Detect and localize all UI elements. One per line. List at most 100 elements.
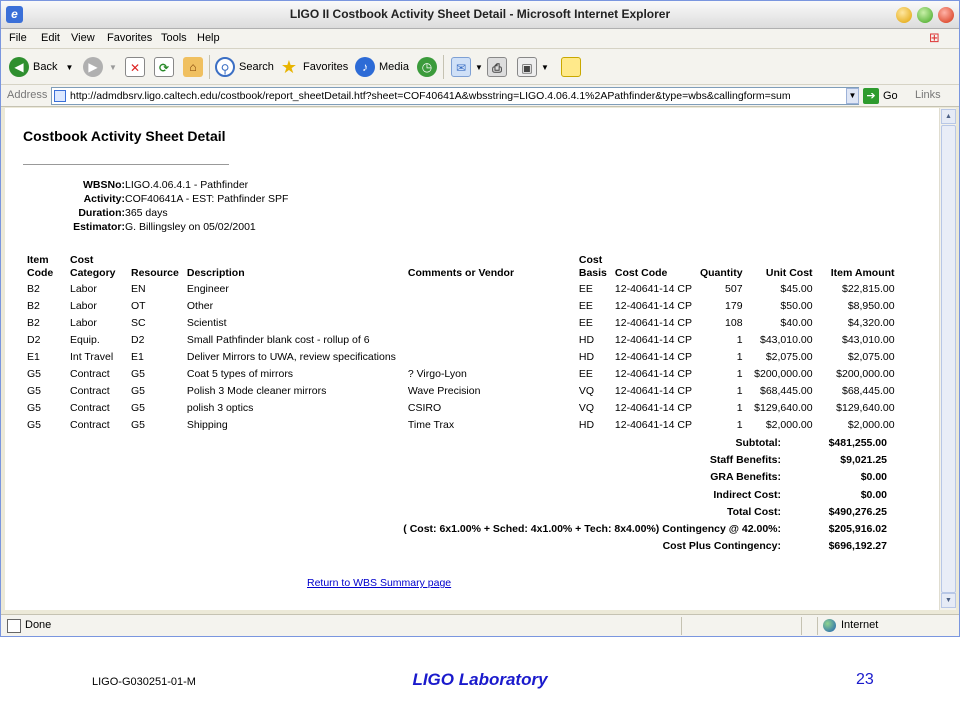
scroll-up-icon[interactable]: ▲ bbox=[941, 109, 956, 124]
back-dropdown-icon[interactable]: ▼ bbox=[65, 63, 73, 72]
toolbar-separator bbox=[209, 55, 210, 79]
media-label: Media bbox=[379, 61, 409, 73]
internet-zone-globe-icon bbox=[823, 619, 836, 632]
cell-cost-code: 12-40641-14 CP bbox=[614, 418, 692, 431]
slide-page-number: 23 bbox=[856, 671, 874, 688]
table-row: D2 Equip. D2 Small Pathfinder blank cost - … bbox=[23, 331, 899, 348]
cell-quantity: 1 bbox=[736, 401, 743, 414]
history-button[interactable]: ◷ bbox=[417, 55, 441, 79]
address-dropdown-icon[interactable]: ▼ bbox=[846, 88, 859, 104]
back-button[interactable]: ◀ Back ▼ bbox=[9, 55, 73, 79]
cell-cost-basis: HD bbox=[578, 350, 595, 363]
stop-icon: ✕ bbox=[125, 57, 145, 77]
cell-description: Shipping bbox=[186, 418, 228, 431]
menu-view[interactable]: View bbox=[71, 32, 95, 44]
menu-tools[interactable]: Tools bbox=[161, 32, 187, 44]
favorites-button[interactable]: ★ Favorites bbox=[279, 55, 348, 79]
cell-comments: CSIRO bbox=[407, 401, 442, 414]
cell-unit-cost: $40.00 bbox=[780, 316, 813, 329]
cell-cost-category: Labor bbox=[70, 299, 97, 312]
scroll-down-icon[interactable]: ▼ bbox=[941, 593, 956, 608]
media-icon: ♪ bbox=[355, 57, 375, 77]
cell-unit-cost: $50.00 bbox=[780, 299, 813, 312]
col-cost-code: Cost Code bbox=[614, 267, 668, 279]
cell-cost-category: Labor bbox=[70, 316, 97, 329]
cell-item-amount: $2,000.00 bbox=[847, 418, 895, 431]
cell-item-code: G5 bbox=[27, 418, 42, 431]
col-item-amount: Item Amount bbox=[830, 267, 895, 279]
cell-cost-code: 12-40641-14 CP bbox=[614, 401, 692, 414]
scroll-thumb[interactable] bbox=[941, 125, 956, 593]
menu-help[interactable]: Help bbox=[197, 32, 220, 44]
cell-description: Polish 3 Mode cleaner mirrors bbox=[186, 384, 327, 397]
table-row: B2 Labor OT Other EE 12-40641-14 CP 179 $50.00 $… bbox=[23, 297, 899, 314]
search-button[interactable]: ⚲ Search bbox=[215, 55, 274, 79]
go-button[interactable]: ➔ Go bbox=[863, 87, 898, 105]
status-bar: Done Internet bbox=[1, 614, 959, 636]
cell-cost-category: Int Travel bbox=[70, 350, 114, 363]
menu-favorites[interactable]: Favorites bbox=[107, 32, 152, 44]
cell-resource: G5 bbox=[131, 418, 146, 431]
maximize-button[interactable] bbox=[917, 7, 933, 23]
cell-quantity: 1 bbox=[736, 367, 743, 380]
cell-comments bbox=[404, 280, 575, 297]
history-icon: ◷ bbox=[417, 57, 437, 77]
table-row: G5 Contract G5 Coat 5 types of mirrors ? Vir… bbox=[23, 365, 899, 382]
slide-lab-name: LIGO Laboratory bbox=[412, 670, 548, 689]
mail-button[interactable]: ✉ ▼ bbox=[451, 55, 483, 79]
home-button[interactable]: ⌂ bbox=[183, 55, 207, 79]
cell-resource: G5 bbox=[131, 367, 146, 380]
meta-label: Duration: bbox=[78, 207, 125, 219]
cell-cost-basis: EE bbox=[578, 299, 593, 312]
print-icon: ⎙ bbox=[487, 57, 507, 77]
menu-edit[interactable]: Edit bbox=[41, 32, 60, 44]
cell-item-code: G5 bbox=[27, 401, 42, 414]
mail-dropdown-icon[interactable]: ▼ bbox=[475, 63, 483, 72]
address-input[interactable]: http://admdbsrv.ligo.caltech.edu/costboo… bbox=[51, 87, 859, 105]
media-button[interactable]: ♪ Media bbox=[355, 55, 409, 79]
address-label: Address bbox=[7, 89, 48, 101]
total-value: $9,021.25 bbox=[840, 454, 887, 467]
vertical-scrollbar[interactable]: ▲ ▼ bbox=[939, 108, 956, 610]
address-bar: Address http://admdbsrv.ligo.caltech.edu… bbox=[1, 85, 959, 107]
cell-item-code: G5 bbox=[27, 367, 42, 380]
col-unit-cost: Unit Cost bbox=[765, 267, 813, 279]
col-cost-category: Cost Category bbox=[70, 254, 116, 279]
minimize-button[interactable] bbox=[896, 7, 912, 23]
forward-dropdown-icon[interactable]: ▼ bbox=[109, 63, 117, 72]
menu-file[interactable]: File bbox=[9, 32, 27, 44]
forward-button[interactable]: ▶ ▼ bbox=[83, 55, 117, 79]
meta-value: G. Billingsley on 05/02/2001 bbox=[125, 221, 256, 233]
cell-item-amount: $129,640.00 bbox=[836, 401, 895, 414]
cell-cost-basis: EE bbox=[578, 282, 593, 295]
menu-bar: File Edit View Favorites Tools Help ⊞ bbox=[1, 29, 959, 49]
edit-button[interactable]: ▣ ▼ bbox=[517, 55, 549, 79]
cell-resource: D2 bbox=[131, 333, 145, 346]
address-url: http://admdbsrv.ligo.caltech.edu/costboo… bbox=[70, 90, 791, 102]
cell-comments bbox=[404, 314, 575, 331]
cell-cost-basis: EE bbox=[578, 367, 593, 380]
print-button[interactable]: ⎙ bbox=[487, 55, 511, 79]
cell-description: Small Pathfinder blank cost - rollup of … bbox=[186, 333, 370, 346]
total-value: $0.00 bbox=[860, 488, 887, 501]
meta-wbsno: WBSNo:LIGO.4.06.4.1 - Pathfinder bbox=[23, 179, 248, 191]
return-to-wbs-link[interactable]: Return to WBS Summary page bbox=[307, 577, 451, 589]
links-button[interactable]: Links bbox=[915, 89, 941, 101]
cell-description: Engineer bbox=[186, 282, 229, 295]
stop-button[interactable]: ✕ bbox=[125, 55, 149, 79]
cell-cost-category: Contract bbox=[70, 367, 110, 380]
edit-icon: ▣ bbox=[517, 57, 537, 77]
cell-quantity: 1 bbox=[736, 333, 743, 346]
cell-resource: E1 bbox=[131, 350, 144, 363]
table-row: G5 Contract G5 Polish 3 Mode cleaner mirror… bbox=[23, 382, 899, 399]
notes-button[interactable] bbox=[561, 55, 585, 79]
refresh-button[interactable]: ⟳ bbox=[154, 55, 178, 79]
go-arrow-icon: ➔ bbox=[863, 88, 879, 104]
status-text: Done bbox=[25, 619, 52, 631]
cell-cost-code: 12-40641-14 CP bbox=[614, 367, 692, 380]
cell-item-amount: $43,010.00 bbox=[841, 333, 895, 346]
search-icon: ⚲ bbox=[215, 57, 235, 77]
close-button[interactable] bbox=[938, 7, 954, 23]
total-label: Cost Plus Contingency: bbox=[662, 540, 781, 553]
edit-dropdown-icon[interactable]: ▼ bbox=[541, 63, 549, 72]
